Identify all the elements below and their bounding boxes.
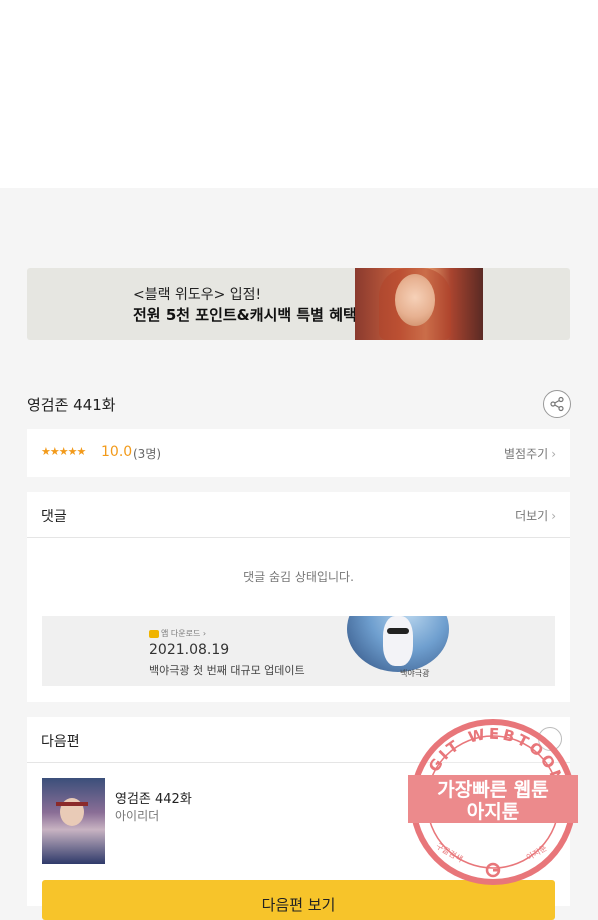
ad-signature: 백야극광	[400, 669, 430, 678]
comment-label: 댓글	[41, 509, 67, 525]
ad-image	[347, 616, 449, 672]
ad-description: 백야극광 첫 번째 대규모 업데이트	[149, 664, 305, 677]
banner-headline: <블랙 위도우> 입점!	[133, 287, 262, 303]
promo-banner[interactable]: <블랙 위도우> 입점! 전원 5천 포인트&캐시백 특별 혜택	[27, 268, 570, 340]
next-episode-label: 다음편	[41, 734, 80, 750]
rate-button[interactable]: 별점주기 ›	[504, 445, 556, 462]
comments-more-link[interactable]: 더보기 ›	[515, 507, 556, 524]
next-settings-icon[interactable]	[538, 727, 562, 751]
banner-image	[355, 268, 483, 340]
divider	[27, 537, 570, 538]
content-top-area	[0, 0, 598, 188]
chevron-right-icon: ›	[551, 447, 556, 461]
app-logo-icon	[149, 629, 159, 638]
comments-hidden-message: 댓글 숨김 상태입니다.	[243, 570, 354, 584]
banner-subline: 전원 5천 포인트&캐시백 특별 혜택	[133, 306, 357, 324]
comment-section: 댓글 더보기 › 댓글 숨김 상태입니다. 앱 다운로드 › 2021.08.19…	[27, 492, 570, 702]
next-episode-title[interactable]: 영검존 442화	[115, 788, 192, 807]
chevron-right-icon: ›	[551, 509, 556, 523]
share-icon	[550, 396, 564, 412]
rate-button-label: 별점주기	[504, 447, 549, 461]
ad-banner[interactable]: 앱 다운로드 › 2021.08.19 백야극광 첫 번째 대규모 업데이트 백…	[42, 616, 555, 686]
next-episode-section: 다음편 영검존 442화 아이리더 다음편 보기	[27, 717, 570, 920]
share-button[interactable]	[543, 390, 571, 418]
next-episode-button[interactable]: 다음편 보기	[42, 880, 555, 920]
episode-title: 영검존 441화	[27, 396, 116, 414]
ad-small-text: 앱 다운로드	[161, 629, 201, 638]
comments-more-label: 더보기	[515, 509, 549, 523]
next-episode-author: 아이리더	[115, 809, 160, 823]
ad-small-label: 앱 다운로드 ›	[149, 628, 206, 639]
chevron-right-icon: ›	[200, 629, 207, 638]
ad-date: 2021.08.19	[149, 642, 230, 658]
divider	[27, 762, 570, 763]
rating-stars: ★★★★★	[41, 445, 86, 458]
rating-score: 10.0	[101, 444, 133, 460]
next-episode-thumbnail[interactable]	[42, 778, 105, 864]
rating-count: (3명)	[133, 447, 162, 461]
rating-card: ★★★★★ 10.0 (3명) 별점주기 ›	[27, 429, 570, 477]
